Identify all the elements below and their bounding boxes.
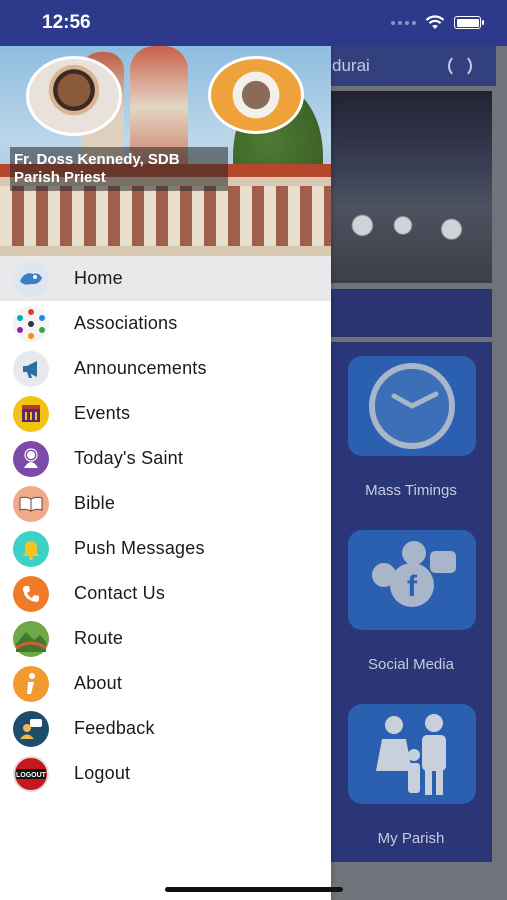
menu-label-todays-saint: Today's Saint	[74, 448, 184, 468]
menu-label-route: Route	[74, 628, 124, 648]
menu-item-logout[interactable]: LOGOUT Logout	[0, 751, 331, 796]
menu-label-home: Home	[74, 268, 123, 288]
bg-bar	[330, 289, 492, 337]
menu-item-bible[interactable]: Bible	[0, 481, 331, 526]
people-network-icon	[13, 305, 49, 342]
drawer-menu: Home Associations Announcements Events T…	[0, 256, 331, 796]
menu-item-route[interactable]: Route	[0, 616, 331, 661]
my-parish-label: My Parish	[377, 830, 445, 847]
menu-item-push-messages[interactable]: Push Messages	[0, 526, 331, 571]
my-parish-tile	[348, 704, 476, 804]
menu-item-associations[interactable]: Associations	[0, 301, 331, 346]
info-icon	[13, 665, 49, 702]
bg-header-title: durai	[332, 56, 370, 75]
status-bar: 12:56	[0, 0, 507, 46]
calendar-icon	[13, 395, 49, 432]
status-time: 12:56	[42, 12, 91, 33]
priest-avatar	[26, 56, 122, 136]
family-icon	[376, 714, 446, 795]
menu-label-associations: Associations	[74, 313, 178, 333]
mass-timings-tile	[348, 356, 476, 456]
bishop-avatar	[208, 56, 304, 134]
phone-icon	[13, 575, 49, 612]
svg-text:LOGOUT: LOGOUT	[16, 772, 46, 779]
menu-label-push-messages: Push Messages	[74, 538, 205, 558]
social-media-icon: f	[372, 541, 456, 607]
priest-name: Fr. Doss Kennedy, SDB	[14, 151, 180, 168]
priest-role: Parish Priest	[14, 169, 106, 186]
menu-item-about[interactable]: About	[0, 661, 331, 706]
bg-tile-grid: Mass Timings f Social Media My Parish	[330, 342, 492, 862]
bell-icon	[13, 530, 49, 567]
status-icons	[391, 15, 484, 30]
navigation-drawer: Fr. Doss Kennedy, SDB Parish Priest Home…	[0, 46, 331, 900]
priest-caption: Fr. Doss Kennedy, SDB Parish Priest	[10, 147, 228, 191]
cellular-signal-icon	[391, 20, 416, 25]
megaphone-icon	[13, 350, 49, 387]
bg-banner-photo	[330, 91, 492, 283]
menu-item-home[interactable]: Home	[0, 256, 331, 301]
social-media-label: Social Media	[368, 656, 454, 673]
home-indicator[interactable]	[165, 887, 343, 892]
menu-label-about: About	[74, 673, 123, 693]
mass-timings-label: Mass Timings	[365, 482, 457, 499]
menu-label-announcements: Announcements	[74, 358, 207, 378]
menu-label-events: Events	[74, 403, 131, 423]
bg-header: durai	[320, 46, 496, 86]
menu-item-announcements[interactable]: Announcements	[0, 346, 331, 391]
menu-label-contact-us: Contact Us	[74, 583, 166, 603]
clock-icon	[369, 363, 455, 449]
home-icon	[13, 260, 49, 297]
menu-item-contact-us[interactable]: Contact Us	[0, 571, 331, 616]
drawer-header: Fr. Doss Kennedy, SDB Parish Priest	[0, 46, 331, 256]
social-media-tile: f	[348, 530, 476, 630]
svg-text:f: f	[407, 570, 418, 603]
map-icon	[13, 620, 49, 657]
saint-icon	[13, 440, 49, 477]
menu-item-events[interactable]: Events	[0, 391, 331, 436]
book-icon	[13, 485, 49, 522]
battery-icon	[454, 16, 484, 29]
menu-item-todays-saint[interactable]: Today's Saint	[0, 436, 331, 481]
menu-label-feedback: Feedback	[74, 718, 155, 738]
menu-label-bible: Bible	[74, 493, 116, 513]
wifi-icon	[425, 15, 445, 29]
menu-item-feedback[interactable]: Feedback	[0, 706, 331, 751]
feedback-icon	[13, 710, 49, 747]
logout-icon: LOGOUT	[13, 755, 49, 792]
refresh-icon	[448, 54, 472, 78]
menu-label-logout: Logout	[74, 763, 131, 783]
